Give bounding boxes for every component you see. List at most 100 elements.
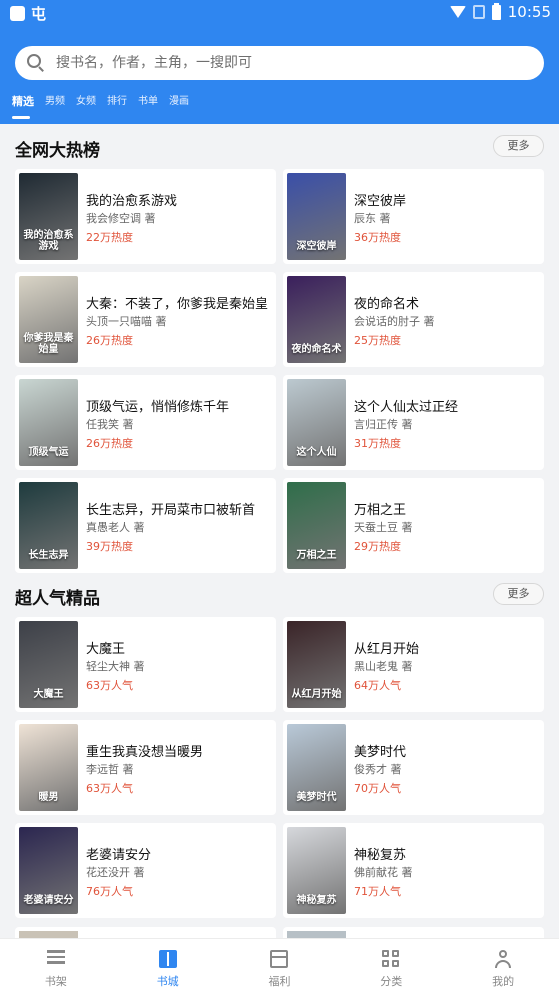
book-cover: 我的治愈系游戏 — [19, 173, 78, 260]
book-cover: 美梦时代 — [287, 724, 346, 811]
book-card[interactable]: 美梦时代 美梦时代 俊秀才 著 70万人气 — [283, 720, 544, 815]
cover-title: 顶级气运 — [28, 447, 69, 458]
book-cover: 深空彼岸 — [287, 173, 346, 260]
cover-title: 美梦时代 — [296, 792, 337, 803]
nav-profile[interactable]: 我的 — [447, 939, 559, 995]
book-cover: 万相之王 — [287, 482, 346, 569]
tab-comics[interactable]: 漫画 — [169, 94, 189, 114]
nav-bookstore[interactable]: 书城 — [112, 939, 224, 995]
category-tabs: 精选 男频 女频 排行 书单 漫画 — [12, 94, 200, 119]
cover-title: 你爹我是秦始皇 — [23, 333, 74, 355]
book-card[interactable]: 你爹我是秦始皇 大秦：不装了，你爹我是秦始皇 头顶一只喵喵 著 26万热度 — [15, 272, 276, 367]
book-title: 美梦时代 — [354, 745, 407, 760]
book-card[interactable]: 我的治愈系游戏 我的治愈系游戏 我会修空调 著 22万热度 — [15, 169, 276, 264]
book-popularity: 63万人气 — [86, 679, 133, 692]
tab-male[interactable]: 男频 — [45, 94, 65, 114]
bookshelf-icon — [46, 950, 65, 964]
book-popularity: 36万热度 — [354, 231, 401, 244]
search-bar[interactable] — [15, 46, 544, 80]
book-icon — [158, 950, 177, 968]
book-card[interactable]: 深空彼岸 深空彼岸 辰东 著 36万热度 — [283, 169, 544, 264]
cover-title: 从红月开始 — [291, 689, 342, 700]
nav-bookshelf[interactable]: 书架 — [0, 939, 112, 995]
book-cover: 你爹我是秦始皇 — [19, 276, 78, 363]
book-popularity: 71万人气 — [354, 885, 401, 898]
book-author: 辰东 著 — [354, 212, 391, 225]
book-popularity: 31万热度 — [354, 437, 401, 450]
book-title: 大魔王 — [86, 642, 126, 657]
notification-icon — [10, 6, 25, 21]
book-card[interactable]: 这个人仙 这个人仙太过正经 言归正传 著 31万热度 — [283, 375, 544, 470]
grid-icon — [382, 950, 400, 967]
header: 屯 10:55 精选 男频 女频 排行 书单 漫画 — [0, 0, 559, 124]
book-title: 大秦：不装了，你爹我是秦始皇 — [86, 297, 269, 312]
cover-title: 这个人仙 — [296, 447, 337, 458]
book-author: 天蚕土豆 著 — [354, 521, 413, 534]
user-icon — [494, 950, 512, 968]
section-title: 全网大热榜 — [15, 141, 100, 161]
book-popularity: 25万热度 — [354, 334, 401, 347]
nav-label: 书架 — [44, 975, 67, 988]
book-author: 佛前献花 著 — [354, 866, 413, 879]
tab-booklist[interactable]: 书单 — [138, 94, 158, 114]
book-title: 夜的命名术 — [354, 297, 420, 312]
tab-featured[interactable]: 精选 — [12, 94, 34, 119]
cover-title: 长生志异 — [28, 550, 69, 561]
nav-label: 分类 — [380, 975, 403, 988]
book-card[interactable]: 暖男 重生我真没想当暖男 李远哲 著 63万人气 — [15, 720, 276, 815]
more-button[interactable]: 更多 — [493, 583, 544, 605]
book-card[interactable]: 神秘复苏 神秘复苏 佛前献花 著 71万人气 — [283, 823, 544, 918]
cover-title: 我的治愈系游戏 — [23, 230, 74, 252]
book-author: 李远哲 著 — [86, 763, 134, 776]
book-author: 真愚老人 著 — [86, 521, 145, 534]
nav-benefits[interactable]: 福利 — [224, 939, 336, 995]
book-author: 花还没开 著 — [86, 866, 145, 879]
book-card[interactable]: 老婆请安分 老婆请安分 花还没开 著 76万人气 — [15, 823, 276, 918]
gift-icon — [270, 950, 289, 968]
book-popularity: 64万人气 — [354, 679, 401, 692]
book-cover: 暖男 — [19, 724, 78, 811]
book-cover: 顶级气运 — [19, 379, 78, 466]
search-icon — [27, 54, 45, 72]
book-author: 任我笑 著 — [86, 418, 134, 431]
tab-ranking[interactable]: 排行 — [107, 94, 127, 114]
book-title: 顶级气运，悄悄修炼千年 — [86, 400, 230, 415]
book-title: 老婆请安分 — [86, 848, 152, 863]
book-author: 俊秀才 著 — [354, 763, 402, 776]
no-sim-icon — [472, 5, 485, 19]
nav-categories[interactable]: 分类 — [335, 939, 447, 995]
book-author: 言归正传 著 — [354, 418, 413, 431]
search-input[interactable] — [56, 55, 496, 71]
book-author: 会说话的肘子 著 — [354, 315, 435, 328]
book-card[interactable]: 顶级气运 顶级气运，悄悄修炼千年 任我笑 著 26万热度 — [15, 375, 276, 470]
book-popularity: 76万人气 — [86, 885, 133, 898]
book-popularity: 29万热度 — [354, 540, 401, 553]
book-cover: 长生志异 — [19, 482, 78, 569]
book-cover: 老婆请安分 — [19, 827, 78, 914]
book-popularity: 63万人气 — [86, 782, 133, 795]
book-title: 我的治愈系游戏 — [86, 194, 178, 209]
nav-label: 书城 — [156, 975, 179, 988]
book-card[interactable]: 大魔王 大魔王 轻尘大神 著 63万人气 — [15, 617, 276, 712]
more-button[interactable]: 更多 — [493, 135, 544, 157]
cover-title: 老婆请安分 — [23, 895, 74, 906]
tab-female[interactable]: 女频 — [76, 94, 96, 114]
clock: 10:55 — [507, 3, 551, 21]
book-title: 重生我真没想当暖男 — [86, 745, 204, 760]
book-author: 黑山老鬼 著 — [354, 660, 413, 673]
status-bar: 屯 10:55 — [0, 0, 559, 26]
book-popularity: 39万热度 — [86, 540, 133, 553]
book-card[interactable]: 万相之王 万相之王 天蚕土豆 著 29万热度 — [283, 478, 544, 573]
book-card[interactable]: 从红月开始 从红月开始 黑山老鬼 著 64万人气 — [283, 617, 544, 712]
section-title: 超人气精品 — [15, 589, 100, 609]
cover-title: 大魔王 — [33, 689, 64, 700]
cover-title: 夜的命名术 — [291, 344, 342, 355]
book-title: 从红月开始 — [354, 642, 420, 657]
cover-title: 神秘复苏 — [296, 895, 337, 906]
cover-title: 深空彼岸 — [296, 241, 337, 252]
book-cover: 神秘复苏 — [287, 827, 346, 914]
book-title: 万相之王 — [354, 503, 407, 518]
book-popularity: 22万热度 — [86, 231, 133, 244]
book-card[interactable]: 夜的命名术 夜的命名术 会说话的肘子 著 25万热度 — [283, 272, 544, 367]
book-card[interactable]: 长生志异 长生志异，开局菜市口被斩首 真愚老人 著 39万热度 — [15, 478, 276, 573]
